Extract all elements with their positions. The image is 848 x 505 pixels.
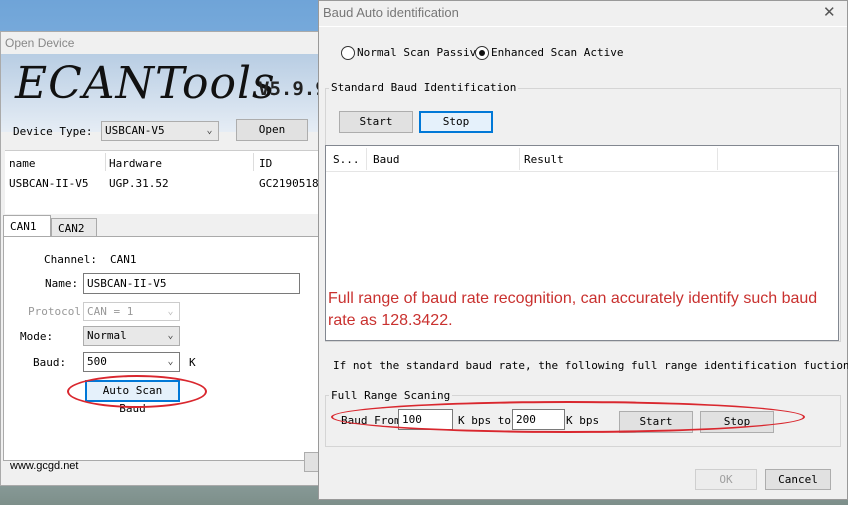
annotation-text: Full range of baud rate recognition, can…	[328, 290, 818, 329]
baud-auto-identification-dialog: Baud Auto identification ✕ Normal Scan P…	[318, 0, 848, 500]
list-header: S... Baud Result	[326, 146, 838, 172]
open-device-window: Open Device ECANTools V5.9.9 Device Type…	[0, 31, 326, 486]
column-header-name: name	[9, 157, 36, 170]
dialog-title: Baud Auto identification	[323, 5, 459, 20]
mode-label: Mode:	[20, 330, 54, 343]
name-input[interactable]: USBCAN-II-V5	[83, 273, 300, 294]
standard-start-button[interactable]: Start	[339, 111, 413, 133]
device-type-select[interactable]: USBCAN-V5 ⌄	[101, 121, 219, 141]
channel-value: CAN1	[110, 253, 137, 266]
channel-label: Channel:	[44, 253, 97, 266]
radio-dot-icon	[479, 50, 485, 56]
device-type-label: Device Type:	[13, 125, 93, 138]
full-range-group-title: Full Range Scaning	[329, 389, 453, 402]
open-button[interactable]: Open	[236, 119, 308, 141]
nonstandard-note: If not the standard baud rate, the follo…	[333, 359, 848, 372]
chevron-down-icon: ⌄	[167, 306, 174, 317]
footer-url[interactable]: www.gcgd.net	[10, 460, 78, 472]
baud-select[interactable]: 500 ⌄	[83, 352, 180, 372]
baud-unit: K	[189, 356, 196, 369]
app-logo: ECANTools	[15, 58, 276, 109]
radio-enhanced-scan-label[interactable]: Enhanced Scan Active	[491, 46, 623, 59]
radio-enhanced-scan[interactable]	[475, 46, 489, 60]
standard-stop-button[interactable]: Stop	[419, 111, 493, 133]
radio-normal-scan[interactable]	[341, 46, 355, 60]
full-range-highlight-circle	[331, 401, 805, 433]
highlight-circle	[67, 375, 207, 408]
column-header-result[interactable]: Result	[524, 153, 564, 166]
protocol-select: CAN = 1 ⌄	[83, 302, 180, 321]
can-settings-panel	[3, 236, 321, 461]
baud-result-list: S... Baud Result Full range of baud rate…	[325, 145, 839, 341]
tab-can2[interactable]: CAN2	[51, 218, 97, 237]
close-icon[interactable]: ✕	[823, 3, 836, 21]
version-label: V5.9.9	[258, 78, 321, 100]
column-header-id: ID	[259, 157, 273, 170]
table-row[interactable]: USBCAN-II-V5 UGP.31.52 GC21905185	[5, 175, 326, 193]
tab-can1[interactable]: CAN1	[3, 215, 51, 237]
column-header-hardware: Hardware	[109, 157, 162, 170]
device-type-value: USBCAN-V5	[105, 124, 165, 137]
mode-value: Normal	[87, 329, 127, 342]
protocol-label: Protocol:	[28, 305, 88, 318]
cell-hardware: UGP.31.52	[109, 177, 169, 190]
cell-name: USBCAN-II-V5	[9, 177, 89, 190]
column-header-baud[interactable]: Baud	[373, 153, 400, 166]
radio-normal-scan-label[interactable]: Normal Scan Passive	[357, 46, 483, 59]
standard-baud-group-title: Standard Baud Identification	[329, 81, 519, 94]
mode-select[interactable]: Normal ⌄	[83, 326, 180, 346]
cell-id: GC21905185	[259, 177, 326, 190]
name-label: Name:	[45, 277, 79, 290]
column-header-status[interactable]: S...	[333, 153, 360, 166]
chevron-down-icon: ⌄	[167, 356, 174, 367]
device-table: name Hardware ID USBCAN-II-V5 UGP.31.52 …	[5, 150, 326, 214]
window-title: Open Device	[5, 36, 75, 50]
chevron-down-icon: ⌄	[206, 125, 213, 136]
cancel-button[interactable]: Cancel	[765, 469, 831, 490]
protocol-value: CAN = 1	[87, 305, 134, 318]
baud-label: Baud:	[33, 356, 67, 369]
chevron-down-icon: ⌄	[167, 330, 174, 341]
ok-button[interactable]: OK	[695, 469, 757, 490]
baud-value: 500	[87, 355, 107, 368]
